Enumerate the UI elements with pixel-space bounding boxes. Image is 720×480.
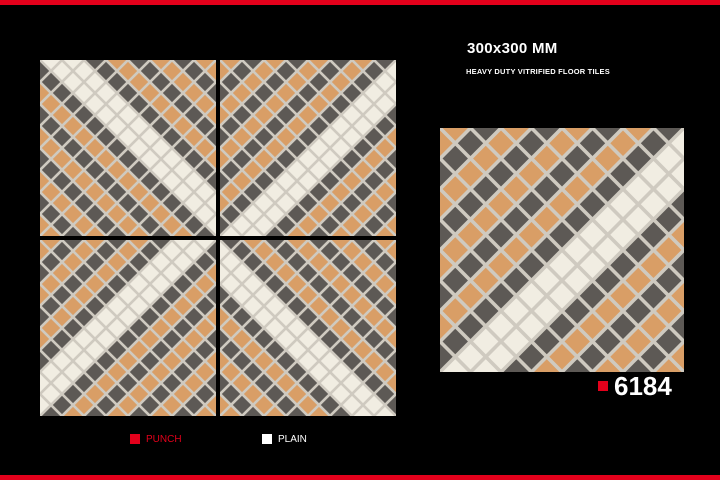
single-tile-image xyxy=(440,128,684,372)
red-square-icon xyxy=(598,381,608,391)
tile-preview-top-right xyxy=(220,60,396,236)
legend-plain-label: PLAIN xyxy=(278,433,307,445)
tile-preview-top-left xyxy=(40,60,216,236)
tile-description: HEAVY DUTY VITRIFIED FLOOR TILES xyxy=(466,67,610,76)
legend-punch-label: PUNCH xyxy=(146,433,182,445)
legend-punch: PUNCH xyxy=(130,431,182,447)
product-code: 6184 xyxy=(598,371,672,401)
red-square-icon xyxy=(130,434,140,444)
tile-preview-bottom-right xyxy=(220,240,396,416)
top-accent-bar xyxy=(0,0,720,5)
tile-layout-preview xyxy=(40,60,396,416)
legend-plain: PLAIN xyxy=(262,431,307,447)
tile-size-title: 300x300 MM xyxy=(467,40,558,57)
product-code-text: 6184 xyxy=(614,371,672,401)
bottom-accent-bar xyxy=(0,475,720,480)
white-square-icon xyxy=(262,434,272,444)
tile-preview-bottom-left xyxy=(40,240,216,416)
